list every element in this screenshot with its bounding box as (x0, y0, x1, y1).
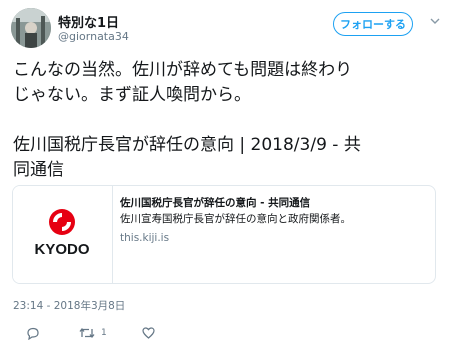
like-button[interactable] (142, 326, 155, 340)
retweet-button[interactable]: 1 (79, 326, 107, 340)
tweet-text: こんなの当然。佐川が辞めても問題は終わり じゃない。まず証人喚問から。 佐川国税… (13, 58, 441, 183)
retweet-icon (79, 327, 95, 339)
tweet-link-text[interactable]: 佐川国税庁長官が辞任の意向 | 2018/3/9 - 共 (13, 133, 441, 158)
card-description: 佐川宣寿国税庁長官が辞任の意向と政府関係者。 (120, 213, 351, 225)
tweet-link-text[interactable]: 同通信 (13, 158, 441, 183)
link-card[interactable]: KYODO 佐川国税庁長官が辞任の意向 - 共同通信 佐川宣寿国税庁長官が辞任の… (12, 185, 436, 284)
tweet-line: こんなの当然。佐川が辞めても問題は終わり (13, 60, 353, 80)
retweet-count: 1 (101, 328, 107, 338)
card-title[interactable]: 佐川国税庁長官が辞任の意向 - 共同通信 (120, 196, 425, 211)
card-domain: this.kiji.is (120, 232, 170, 244)
heart-icon (142, 327, 155, 339)
reply-icon (27, 327, 39, 340)
kyodo-logo-text: KYODO (34, 241, 89, 258)
chevron-down-icon[interactable] (430, 16, 440, 26)
avatar[interactable] (11, 8, 51, 48)
tweet-timestamp[interactable]: 23:14 - 2018年3月8日 (13, 298, 125, 313)
card-thumbnail: KYODO (13, 186, 113, 283)
follow-button[interactable]: フォローする (333, 12, 413, 36)
reply-button[interactable] (26, 326, 40, 340)
kyodo-logo: KYODO (34, 209, 90, 258)
user-name[interactable]: 特別な1日 (58, 12, 119, 31)
avatar-image (11, 8, 51, 48)
user-handle[interactable]: @giornata34 (58, 30, 129, 43)
tweet-line: じゃない。まず証人喚問から。 (13, 85, 251, 105)
card-body[interactable]: 佐川国税庁長官が辞任の意向 - 共同通信 佐川宣寿国税庁長官が辞任の意向と政府関… (120, 196, 425, 246)
